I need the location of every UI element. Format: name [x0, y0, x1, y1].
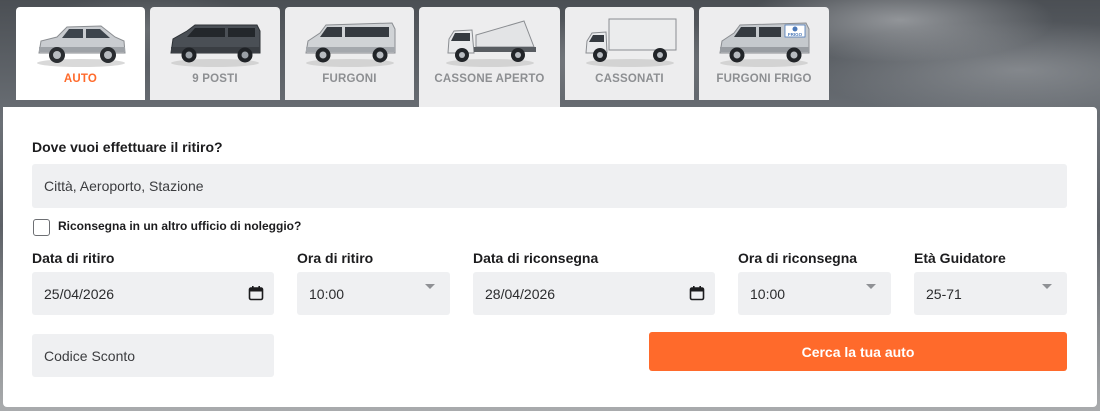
tab-label: 9 POSTI [192, 73, 238, 85]
discount-code-placeholder: Codice Sconto [44, 347, 136, 364]
return-other-office-checkbox[interactable] [33, 219, 50, 236]
tab-9-posti[interactable]: 9 POSTI [150, 7, 280, 100]
tab-furgoni-frigo[interactable]: FRIGO FURGONI FRIGO [699, 7, 829, 100]
return-other-office-label: Riconsegna in un altro ufficio di nolegg… [58, 219, 302, 233]
calendar-icon[interactable] [248, 285, 264, 301]
chevron-down-icon [866, 284, 876, 289]
pickup-date-label: Data di ritiro [32, 250, 115, 266]
tab-cassonati[interactable]: CASSONATI [565, 7, 694, 100]
return-time-select[interactable]: 10:00 [738, 272, 891, 315]
pickup-date-input[interactable]: 25/04/2026 [32, 272, 274, 315]
tab-furgoni[interactable]: FURGONI [285, 7, 414, 100]
pickup-date-value: 25/04/2026 [44, 285, 115, 302]
tab-label: CASSONE APERTO [434, 73, 545, 85]
tab-auto[interactable]: AUTO [16, 7, 145, 100]
chevron-down-icon [1042, 284, 1052, 289]
pickup-question: Dove vuoi effettuare il ritiro? [32, 139, 223, 155]
tab-label: FURGONI FRIGO [716, 73, 812, 85]
return-date-label: Data di riconsegna [473, 250, 599, 266]
return-time-value: 10:00 [750, 285, 786, 302]
search-button[interactable]: Cerca la tua auto [649, 332, 1067, 371]
pickup-location-placeholder: Città, Aeroporto, Stazione [44, 178, 204, 194]
van-icon [304, 22, 395, 67]
refrigerated-van-icon: FRIGO [719, 22, 810, 67]
search-panel: Dove vuoi effettuare il ritiro? Città, A… [3, 107, 1097, 407]
driver-age-label: Età Guidatore [914, 250, 1006, 266]
frigo-badge-text: FRIGO [788, 32, 803, 37]
pickup-time-label: Ora di ritiro [297, 250, 374, 266]
pickup-time-value: 10:00 [309, 285, 345, 302]
tipper-truck-icon [445, 20, 536, 67]
return-date-input[interactable]: 28/04/2026 [473, 272, 715, 315]
pickup-location-input[interactable]: Città, Aeroporto, Stazione [32, 164, 1067, 208]
tab-label: CASSONATI [595, 73, 664, 85]
tab-label: FURGONI [322, 73, 377, 85]
return-time-label: Ora di riconsegna [738, 250, 858, 266]
minibus-icon [170, 24, 261, 67]
car-suv-icon [36, 25, 126, 67]
chevron-down-icon [425, 284, 435, 289]
box-truck-icon [584, 18, 676, 67]
tab-label: AUTO [63, 73, 98, 85]
return-date-value: 28/04/2026 [485, 285, 556, 302]
driver-age-value: 25-71 [926, 285, 962, 302]
pickup-time-select[interactable]: 10:00 [297, 272, 450, 315]
driver-age-select[interactable]: 25-71 [914, 272, 1067, 315]
discount-code-input[interactable]: Codice Sconto [32, 334, 274, 377]
calendar-icon[interactable] [689, 285, 705, 301]
tab-cassone-aperto[interactable]: CASSONE APERTO [419, 7, 560, 107]
